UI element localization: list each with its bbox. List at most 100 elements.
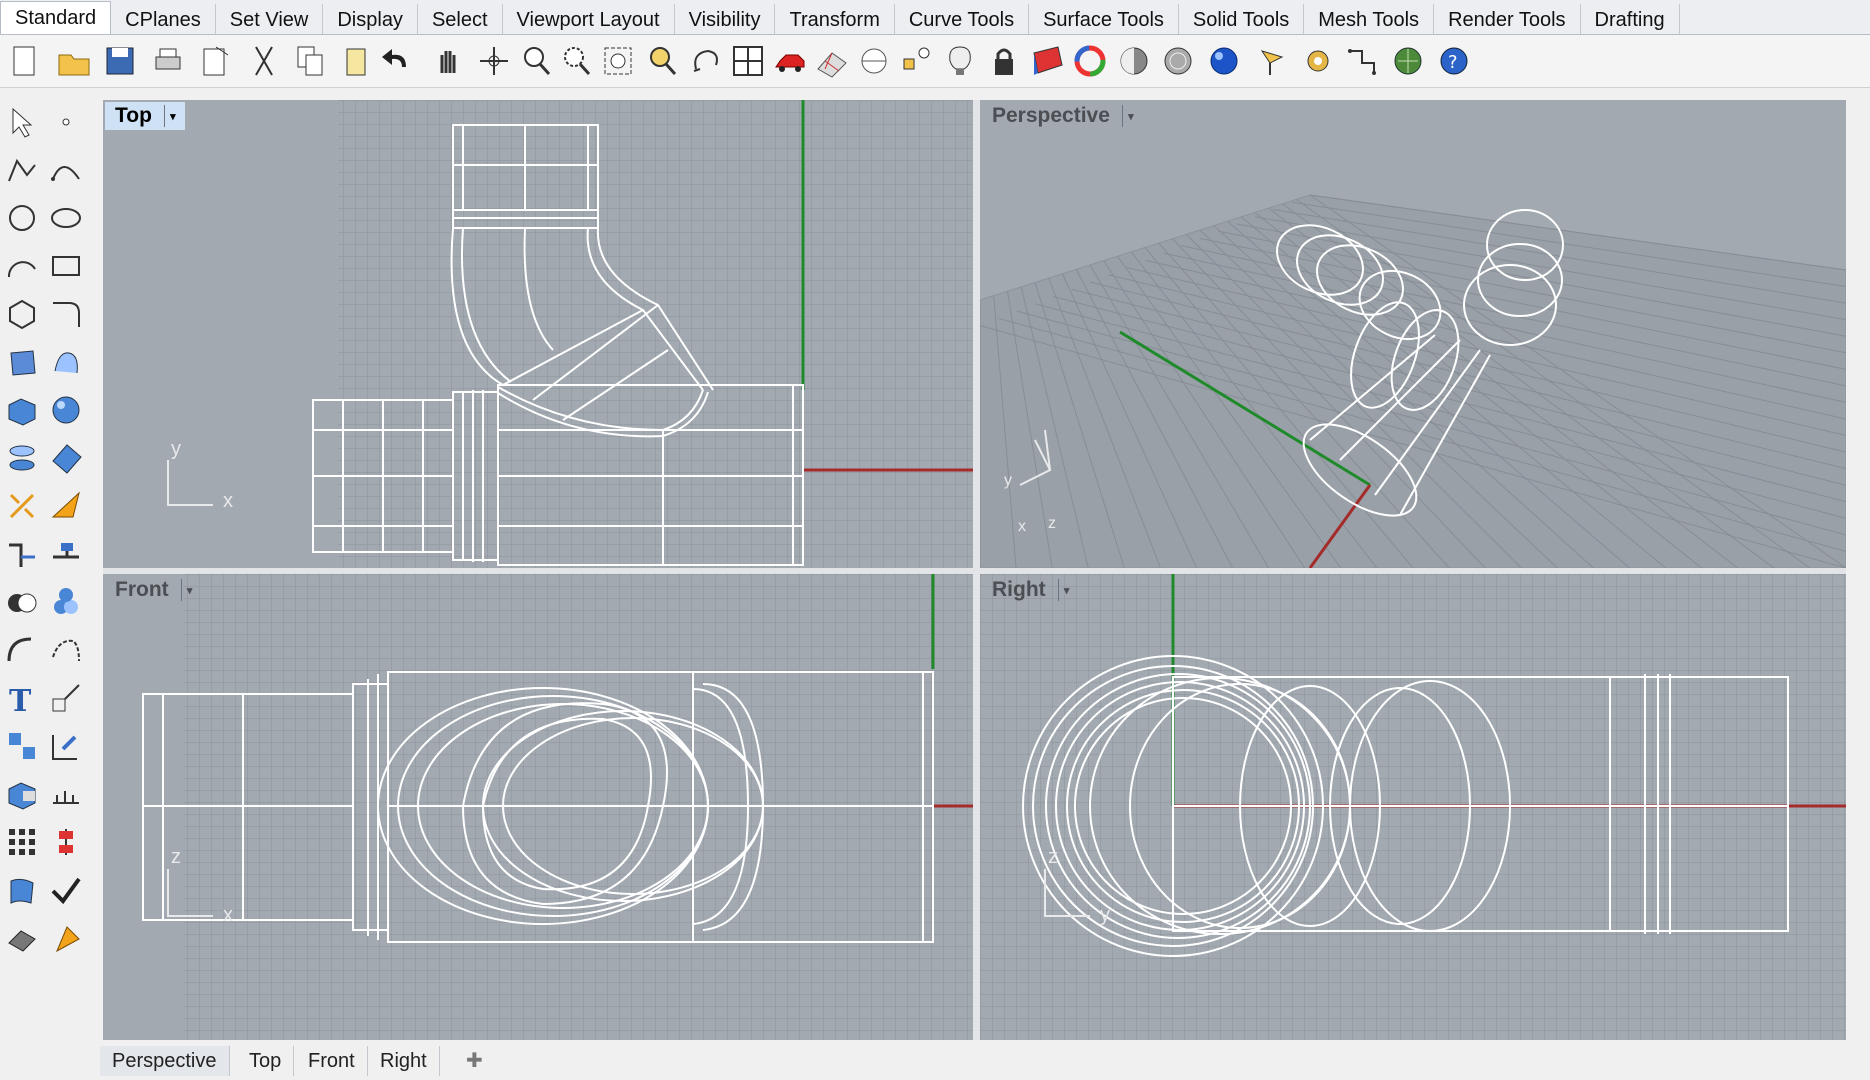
tab-viewport-layout[interactable]: Viewport Layout (503, 4, 675, 34)
explode-icon[interactable] (2, 484, 42, 528)
plugin-globe-icon[interactable] (1388, 41, 1428, 81)
tab-cplanes[interactable]: CPlanes (111, 4, 216, 34)
four-viewports-icon[interactable] (728, 41, 768, 81)
save-icon[interactable] (100, 41, 140, 81)
viewport-label-top[interactable]: Top ▾ (105, 102, 185, 130)
ellipse-icon[interactable] (46, 196, 86, 240)
viewport-splitter-horizontal[interactable] (103, 568, 1846, 574)
tab-transform[interactable]: Transform (775, 4, 895, 34)
blend-icon[interactable] (46, 628, 86, 672)
shaded-sphere-icon[interactable] (1114, 41, 1154, 81)
viewport-front[interactable]: Front ▾ z x (103, 574, 973, 1040)
viewport-tab-top[interactable]: Top (237, 1046, 295, 1076)
circle-icon[interactable] (2, 196, 42, 240)
viewport-perspective[interactable]: Perspective ▾ y x z (980, 100, 1846, 568)
select-arrow-icon[interactable] (2, 100, 42, 144)
render-preview-icon[interactable] (1158, 41, 1198, 81)
print-icon[interactable] (148, 41, 188, 81)
tab-solid-tools[interactable]: Solid Tools (1179, 4, 1305, 34)
tab-drafting[interactable]: Drafting (1581, 4, 1680, 34)
move-icon[interactable] (46, 724, 86, 768)
polyline-icon[interactable] (2, 148, 42, 192)
viewport-menu-dropdown-icon[interactable]: ▾ (163, 105, 181, 127)
named-view-car-icon[interactable] (770, 41, 810, 81)
undo-icon[interactable] (376, 41, 416, 81)
group-icon[interactable] (2, 724, 42, 768)
lightbulb-icon[interactable] (940, 41, 980, 81)
import-icon[interactable] (196, 41, 236, 81)
paste-icon[interactable] (336, 41, 376, 81)
extend-icon[interactable] (2, 532, 42, 576)
viewport-tab-front[interactable]: Front (296, 1046, 368, 1076)
viewport-menu-dropdown-icon[interactable]: ▾ (1121, 105, 1139, 127)
boolean-union-icon[interactable] (2, 580, 42, 624)
options-gear-icon[interactable] (1298, 41, 1338, 81)
copy-icon[interactable] (290, 41, 330, 81)
mesh-icon[interactable] (2, 916, 42, 960)
zoom-extents-icon[interactable] (598, 41, 638, 81)
rotate-view-icon[interactable] (474, 41, 514, 81)
zoom-window-icon[interactable] (556, 41, 596, 81)
add-viewport-tab-icon[interactable]: ✚ (466, 1046, 483, 1076)
fillet-icon[interactable] (2, 628, 42, 672)
lock-icon[interactable] (984, 41, 1024, 81)
viewport-label-right[interactable]: Right ▾ (982, 576, 1079, 604)
pan-hand-icon[interactable] (428, 41, 468, 81)
tab-curve-tools[interactable]: Curve Tools (895, 4, 1030, 34)
viewport-top[interactable]: Top ▾ y x (103, 100, 973, 568)
arc-icon[interactable] (2, 244, 42, 288)
boolean-split-icon[interactable] (46, 580, 86, 624)
viewport-menu-dropdown-icon[interactable]: ▾ (180, 579, 198, 601)
point-icon[interactable] (46, 100, 86, 144)
layer-icon[interactable] (1028, 41, 1068, 81)
loft-icon[interactable] (46, 340, 86, 384)
dimension-icon[interactable] (46, 772, 86, 816)
fillet-curve-icon[interactable] (46, 292, 86, 336)
viewport-label-perspective[interactable]: Perspective ▾ (982, 102, 1143, 130)
tab-mesh-tools[interactable]: Mesh Tools (1304, 4, 1435, 34)
surface-icon[interactable] (2, 340, 42, 384)
tab-surface-tools[interactable]: Surface Tools (1029, 4, 1179, 34)
viewport-label-front[interactable]: Front ▾ (105, 576, 202, 604)
cut-icon[interactable] (244, 41, 284, 81)
zoom-dynamic-icon[interactable] (516, 41, 556, 81)
patch-icon[interactable] (46, 436, 86, 480)
new-file-icon[interactable] (4, 41, 44, 81)
tab-set-view[interactable]: Set View (216, 4, 324, 34)
text-icon[interactable]: T (2, 676, 42, 720)
revolve-icon[interactable] (2, 436, 42, 480)
light-icon[interactable] (1252, 41, 1292, 81)
viewport-tab-right[interactable]: Right (368, 1046, 440, 1076)
snap-circle-icon[interactable] (854, 41, 894, 81)
render-sphere-icon[interactable] (1204, 41, 1244, 81)
tab-render-tools[interactable]: Render Tools (1434, 4, 1581, 34)
tab-display[interactable]: Display (323, 4, 418, 34)
object-snap-icon[interactable] (896, 41, 936, 81)
align-icon[interactable] (46, 820, 86, 864)
viewport-menu-dropdown-icon[interactable]: ▾ (1057, 579, 1075, 601)
viewport-tab-perspective[interactable]: Perspective (100, 1046, 230, 1076)
split-icon[interactable] (46, 484, 86, 528)
tab-visibility[interactable]: Visibility (675, 4, 776, 34)
rectangle-icon[interactable] (46, 244, 86, 288)
dimensions-icon[interactable] (1342, 41, 1382, 81)
tab-standard[interactable]: Standard (0, 1, 112, 34)
drape-icon[interactable] (2, 868, 42, 912)
sphere-icon[interactable] (46, 388, 86, 432)
undo-view-icon[interactable] (686, 41, 726, 81)
help-icon[interactable]: ? (1434, 41, 1474, 81)
open-folder-icon[interactable] (54, 41, 94, 81)
viewport-right[interactable]: Right ▾ z y (980, 574, 1846, 1040)
scale-icon[interactable] (46, 676, 86, 720)
polygon-icon[interactable] (2, 292, 42, 336)
tab-select[interactable]: Select (418, 4, 503, 34)
analysis-icon[interactable] (46, 916, 86, 960)
color-wheel-icon[interactable] (1070, 41, 1110, 81)
solid-edit-icon[interactable] (2, 772, 42, 816)
check-icon[interactable] (46, 868, 86, 912)
box-icon[interactable] (2, 388, 42, 432)
trim-icon[interactable] (46, 532, 86, 576)
cplane-grid-icon[interactable] (812, 41, 852, 81)
curve-icon[interactable] (46, 148, 86, 192)
array-icon[interactable] (2, 820, 42, 864)
